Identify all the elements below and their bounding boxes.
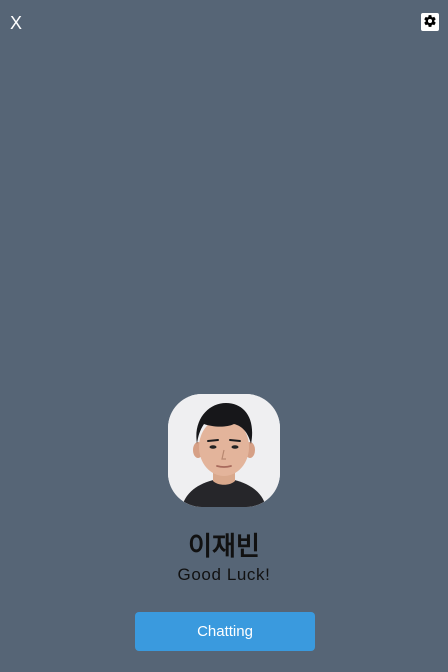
- settings-button[interactable]: [421, 13, 439, 31]
- avatar[interactable]: [168, 394, 280, 507]
- profile-photo: [168, 394, 280, 507]
- profile-name: 이재빈: [188, 532, 260, 562]
- gear-icon: [423, 13, 437, 32]
- status-message: Good Luck!: [177, 565, 271, 584]
- chatting-button[interactable]: Chatting: [135, 612, 315, 651]
- close-button[interactable]: X: [10, 12, 22, 34]
- profile-card: 이재빈 Good Luck!: [0, 394, 448, 586]
